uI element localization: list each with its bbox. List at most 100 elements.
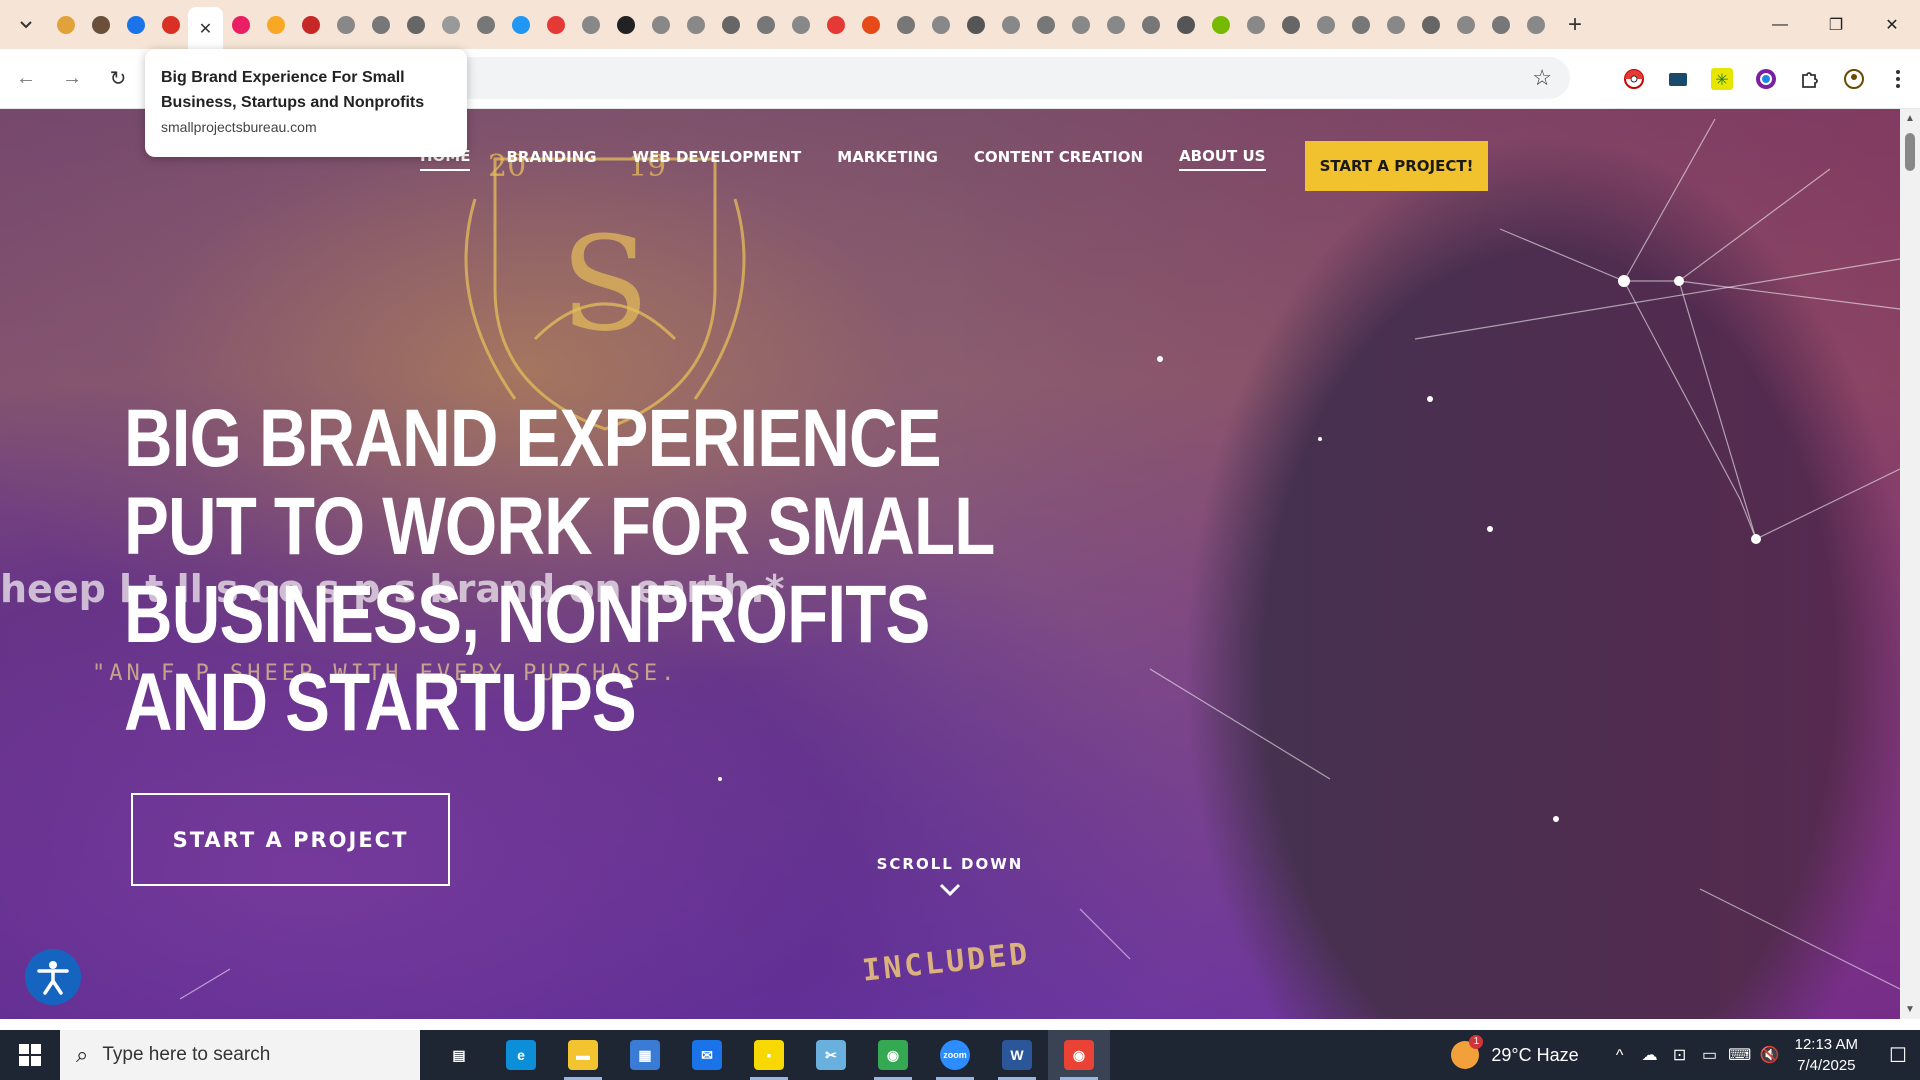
start-project-header-button[interactable]: START A PROJECT! bbox=[1305, 141, 1488, 191]
active-tab[interactable]: ✕ bbox=[188, 7, 223, 49]
scroll-up-arrow-icon[interactable]: ▲ bbox=[1905, 113, 1915, 124]
film-icon[interactable] bbox=[1656, 59, 1700, 99]
browser-tab[interactable] bbox=[713, 7, 748, 43]
taskbar-app-zoom[interactable]: zoom bbox=[924, 1030, 986, 1080]
tab-favicon-icon bbox=[1141, 15, 1160, 34]
browser-tab[interactable] bbox=[468, 7, 503, 43]
page-scrollbar[interactable]: ▲ ▼ bbox=[1900, 109, 1920, 1019]
browser-tab[interactable] bbox=[1448, 7, 1483, 43]
browser-tab[interactable] bbox=[83, 7, 118, 43]
back-button[interactable]: ← bbox=[6, 59, 46, 99]
tab-favicon-icon bbox=[1211, 15, 1230, 34]
browser-tab[interactable] bbox=[1203, 7, 1238, 43]
notifications-icon[interactable]: ☐ bbox=[1876, 1043, 1920, 1068]
taskbar-app-edge[interactable]: e bbox=[490, 1030, 552, 1080]
browser-tab[interactable] bbox=[748, 7, 783, 43]
nav-link-marketing[interactable]: MARKETING bbox=[837, 148, 938, 170]
browser-tab[interactable] bbox=[1273, 7, 1308, 43]
file-explorer-icon: ▬ bbox=[568, 1040, 598, 1070]
browser-tab[interactable] bbox=[1133, 7, 1168, 43]
clock[interactable]: 12:13 AM 7/4/2025 bbox=[1795, 1034, 1858, 1076]
pokeball-icon[interactable] bbox=[1612, 59, 1656, 99]
taskbar-app-snipping-tool[interactable]: ✂ bbox=[800, 1030, 862, 1080]
taskbar-app-sticky-notes[interactable]: ▪ bbox=[738, 1030, 800, 1080]
bookmark-star-icon[interactable]: ☆ bbox=[1532, 65, 1552, 91]
browser-tab[interactable] bbox=[1028, 7, 1063, 43]
tray-icon[interactable]: ^ bbox=[1605, 1047, 1635, 1065]
profile-icon[interactable] bbox=[1832, 59, 1876, 99]
weather-widget[interactable]: 1 29°C Haze bbox=[1451, 1035, 1579, 1069]
puzzle-icon[interactable] bbox=[1788, 59, 1832, 99]
browser-tab[interactable] bbox=[48, 7, 83, 43]
tray-icon[interactable]: 🔇 bbox=[1755, 1045, 1785, 1065]
close-window-button[interactable]: ✕ bbox=[1864, 0, 1920, 49]
browser-tab[interactable] bbox=[783, 7, 818, 43]
nav-link-content-creation[interactable]: CONTENT CREATION bbox=[974, 148, 1143, 170]
browser-tab[interactable] bbox=[1238, 7, 1273, 43]
window-controls: — ❐ ✕ bbox=[1752, 0, 1920, 49]
browser-tab[interactable] bbox=[153, 7, 188, 43]
browser-tab[interactable] bbox=[923, 7, 958, 43]
menu-icon[interactable] bbox=[1876, 59, 1920, 99]
browser-tab[interactable] bbox=[1413, 7, 1448, 43]
browser-tab[interactable] bbox=[853, 7, 888, 43]
browser-tab[interactable] bbox=[643, 7, 678, 43]
scrollbar-thumb[interactable] bbox=[1905, 133, 1915, 171]
sparkle-icon[interactable]: ✳ bbox=[1700, 59, 1744, 99]
taskbar-app-chrome-1[interactable]: ◉ bbox=[862, 1030, 924, 1080]
nav-link-web-development[interactable]: WEB DEVELOPMENT bbox=[633, 148, 802, 170]
browser-tab[interactable] bbox=[398, 7, 433, 43]
browser-tab[interactable] bbox=[608, 7, 643, 43]
reload-button[interactable]: ↻ bbox=[98, 59, 138, 99]
nav-link-about-us[interactable]: ABOUT US bbox=[1179, 147, 1266, 171]
browser-tab[interactable] bbox=[118, 7, 153, 43]
tab-favicon-icon bbox=[476, 15, 495, 34]
start-project-hero-button[interactable]: START A PROJECT bbox=[131, 793, 450, 886]
browser-tab[interactable] bbox=[258, 7, 293, 43]
taskbar-search-box[interactable]: ⌕ Type here to search bbox=[60, 1030, 420, 1080]
browser-tab[interactable] bbox=[958, 7, 993, 43]
browser-tab[interactable] bbox=[1098, 7, 1133, 43]
tab-favicon-icon bbox=[1036, 15, 1055, 34]
browser-tab[interactable] bbox=[1308, 7, 1343, 43]
accessibility-button[interactable] bbox=[25, 949, 81, 1005]
browser-tab[interactable] bbox=[678, 7, 713, 43]
tray-icon[interactable]: ☁ bbox=[1635, 1045, 1665, 1065]
browser-tab[interactable] bbox=[328, 7, 363, 43]
tray-icon[interactable]: ▭ bbox=[1695, 1045, 1725, 1065]
color-circle-icon[interactable] bbox=[1744, 59, 1788, 99]
browser-tab[interactable] bbox=[1168, 7, 1203, 43]
taskbar-app-task-view[interactable]: ▤ bbox=[428, 1030, 490, 1080]
browser-tab[interactable] bbox=[818, 7, 853, 43]
scroll-down-link[interactable]: SCROLL DOWN bbox=[860, 855, 1040, 901]
browser-tab[interactable] bbox=[1063, 7, 1098, 43]
browser-tab[interactable] bbox=[888, 7, 923, 43]
start-button[interactable] bbox=[0, 1030, 60, 1080]
browser-tab[interactable] bbox=[223, 7, 258, 43]
minimize-button[interactable]: — bbox=[1752, 0, 1808, 49]
restore-button[interactable]: ❐ bbox=[1808, 0, 1864, 49]
browser-tab[interactable] bbox=[363, 7, 398, 43]
browser-tab[interactable] bbox=[573, 7, 608, 43]
taskbar-app-mail[interactable]: ✉ bbox=[676, 1030, 738, 1080]
new-tab-button[interactable]: + bbox=[1557, 7, 1593, 43]
nav-link-branding[interactable]: BRANDING bbox=[506, 148, 596, 170]
taskbar-app-word[interactable]: W bbox=[986, 1030, 1048, 1080]
browser-tab[interactable] bbox=[538, 7, 573, 43]
browser-tab[interactable] bbox=[433, 7, 468, 43]
browser-tab[interactable] bbox=[1378, 7, 1413, 43]
browser-tab[interactable] bbox=[503, 7, 538, 43]
browser-tab[interactable] bbox=[1343, 7, 1378, 43]
browser-tab[interactable] bbox=[1483, 7, 1518, 43]
tray-icon[interactable]: ⌨ bbox=[1725, 1045, 1755, 1065]
browser-tab[interactable] bbox=[293, 7, 328, 43]
browser-tab[interactable] bbox=[1518, 7, 1553, 43]
forward-button[interactable]: → bbox=[52, 59, 92, 99]
tray-icon[interactable]: ⊡ bbox=[1665, 1045, 1695, 1065]
browser-tab[interactable] bbox=[993, 7, 1028, 43]
scroll-down-arrow-icon[interactable]: ▼ bbox=[1905, 1004, 1915, 1015]
taskbar-app-chrome-2[interactable]: ◉ bbox=[1048, 1030, 1110, 1080]
tab-search-button[interactable] bbox=[8, 7, 44, 43]
taskbar-app-microsoft-store[interactable]: ▦ bbox=[614, 1030, 676, 1080]
taskbar-app-file-explorer[interactable]: ▬ bbox=[552, 1030, 614, 1080]
